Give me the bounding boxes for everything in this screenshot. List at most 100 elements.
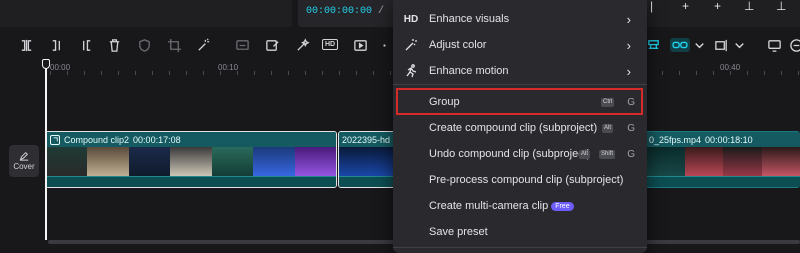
ruler-tick — [220, 71, 221, 75]
menu-item-label: Save preset — [429, 226, 488, 238]
top-right-panel: ⁢| + + ⊥ ⊥ — [640, 0, 800, 27]
top-left-panel — [0, 0, 292, 27]
running-figure-icon — [403, 63, 419, 79]
ruler-tick — [356, 71, 357, 75]
clip-audio-strip — [646, 176, 800, 187]
clip-header: 0_25fps.mp4 00:00:18:10 — [646, 132, 800, 147]
ai-wand-icon[interactable] — [294, 37, 310, 53]
menu-item-adjust-color[interactable]: Adjust color › — [393, 32, 647, 58]
ruler-tick — [373, 71, 374, 75]
menu-item-save-preset[interactable]: Save preset — [393, 219, 647, 245]
clip-thumbnails — [46, 147, 336, 178]
ruler-tick — [254, 71, 255, 75]
ruler-tick — [713, 71, 714, 75]
ruler-tick — [679, 71, 680, 75]
split-icon[interactable]: ⊥ — [744, 0, 754, 12]
menu-item-label: Undo compound clip (subproject) — [429, 148, 591, 160]
clip-audio-strip — [46, 176, 336, 187]
ruler-tick — [339, 71, 340, 75]
magic-wand-icon[interactable] — [195, 37, 211, 53]
plus-icon[interactable]: + — [682, 0, 689, 12]
magnet-snap-icon[interactable] — [645, 38, 661, 52]
trim-right-icon[interactable] — [78, 37, 94, 53]
ruler-tick — [288, 71, 289, 75]
ruler-tick — [50, 71, 51, 75]
playhead[interactable] — [45, 68, 47, 240]
clip-thumbnails — [339, 147, 397, 178]
cover-label: Cover — [13, 162, 35, 171]
clip-header: Compound clip2 00:00:17:08 — [46, 132, 336, 147]
caption-icon[interactable] — [234, 37, 250, 53]
menu-item-enhance-motion[interactable]: Enhance motion › — [393, 58, 647, 84]
trim-left-icon[interactable] — [48, 37, 64, 53]
compound-clip-icon — [50, 134, 60, 145]
ruler-tick — [135, 71, 136, 75]
shortcut-key: G — [627, 122, 635, 134]
ruler-tick — [203, 71, 204, 75]
split-clip-icon[interactable] — [18, 37, 34, 53]
menu-item-label: Enhance motion — [429, 65, 509, 77]
video-clip[interactable]: 0_25fps.mp4 00:00:18:10 — [645, 131, 800, 188]
shortcut-modifier: Shift — [599, 149, 616, 159]
screen-icon[interactable] — [766, 37, 782, 53]
chevron-right-icon: › — [626, 11, 631, 27]
plus-icon[interactable]: + — [714, 0, 721, 12]
menu-item-enhance-visuals[interactable]: HD Enhance visuals › — [393, 6, 647, 32]
clip-name: 0_25fps.mp4 — [649, 134, 702, 145]
timecode-display: 00:00:00:00 / — [306, 6, 384, 17]
clip-duration: 00:00:17:08 — [133, 134, 181, 145]
preview-axis-icon[interactable] — [713, 37, 729, 53]
menu-item-pre-process-compound-clip[interactable]: Pre-process compound clip (subproject) — [393, 167, 647, 193]
ruler-tick — [237, 71, 238, 75]
shortcut-key: G — [627, 148, 635, 160]
tick-mark-icon: ⁢| — [650, 0, 654, 13]
menu-item-label-wrap: Create multi-camera clip Free — [429, 200, 574, 212]
delete-icon[interactable] — [106, 37, 122, 53]
video-clip[interactable]: 2022395-hd — [338, 131, 398, 188]
clip-name: Compound clip2 — [64, 134, 130, 145]
ruler-tick — [118, 71, 119, 75]
free-badge: Free — [551, 202, 574, 211]
highlight-box — [396, 88, 643, 115]
clip-duration: 00:00:18:10 — [705, 134, 753, 145]
current-time: 00:00:00:00 — [306, 6, 373, 17]
ruler-tick — [67, 71, 68, 75]
video-play-icon[interactable] — [352, 37, 368, 53]
ruler-tick — [322, 71, 323, 75]
menu-item-create-multi-camera-clip[interactable]: Create multi-camera clip Free — [393, 193, 647, 219]
shield-icon[interactable] — [136, 37, 152, 53]
edit-frame-icon[interactable] — [264, 37, 280, 53]
time-separator: / — [378, 6, 385, 17]
clip-name: 2022395-hd — [342, 134, 391, 145]
hd-icon[interactable]: HD — [322, 39, 339, 50]
chevron-right-icon: › — [626, 63, 631, 79]
link-clips-icon[interactable] — [670, 38, 690, 52]
chevron-down-icon[interactable] — [731, 37, 747, 53]
menu-item-create-compound-clip[interactable]: Create compound clip (subproject) Alt G — [393, 115, 647, 141]
clip-thumbnails — [646, 147, 800, 178]
menu-divider — [393, 247, 647, 248]
ruler-tick — [730, 71, 731, 75]
zoom-out-icon[interactable] — [788, 37, 800, 53]
ruler-tick — [696, 71, 697, 75]
chevron-down-icon[interactable] — [691, 37, 707, 53]
split-icon[interactable]: ⊥ — [776, 0, 786, 12]
chevron-right-icon: › — [626, 37, 631, 53]
menu-item-undo-compound-clip[interactable]: Undo compound clip (subproject) Alt Shif… — [393, 141, 647, 167]
pencil-icon — [19, 151, 29, 161]
ruler-tick — [747, 71, 748, 75]
ruler-tick — [84, 71, 85, 75]
clip-header: 2022395-hd — [339, 132, 397, 147]
shortcut-modifier: Alt — [579, 149, 591, 159]
player-timecode-bar: 00:00:00:00 / — [298, 0, 394, 27]
context-menu: HD Enhance visuals › Adjust color › Enha… — [393, 0, 647, 253]
compound-clip[interactable]: Compound clip2 00:00:17:08 — [45, 131, 337, 188]
crop-icon[interactable] — [166, 37, 182, 53]
cover-button[interactable]: Cover — [9, 145, 39, 177]
ruler-tick — [764, 71, 765, 75]
more-dot-icon[interactable] — [376, 37, 392, 53]
ruler-tick — [662, 71, 663, 75]
menu-item-label: Adjust color — [429, 39, 487, 51]
ruler-tick — [101, 71, 102, 75]
ruler-tick — [305, 71, 306, 75]
